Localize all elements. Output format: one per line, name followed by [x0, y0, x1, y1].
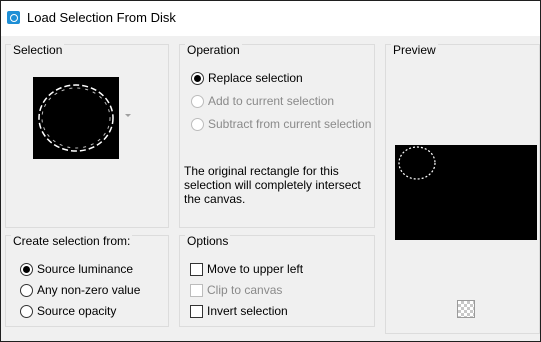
checkbox-invert-selection[interactable]: Invert selection	[190, 304, 350, 320]
app-icon	[7, 11, 20, 24]
radio-button[interactable]	[191, 118, 204, 131]
radio-button[interactable]	[20, 305, 33, 318]
radio-source-luminance[interactable]: Source luminance	[20, 262, 160, 278]
radio-subtract-from-selection[interactable]: Subtract from current selection	[191, 117, 371, 133]
checkbox-label: Invert selection	[207, 304, 288, 318]
checkbox-label: Clip to canvas	[207, 283, 283, 297]
radio-source-opacity[interactable]: Source opacity	[20, 304, 160, 320]
radio-label: Replace selection	[208, 71, 303, 85]
create-from-group-label: Create selection from:	[11, 234, 133, 248]
radio-label: Any non-zero value	[37, 283, 141, 297]
radio-replace-selection[interactable]: Replace selection	[191, 71, 361, 87]
title-bar[interactable]: Load Selection From Disk	[1, 1, 540, 36]
selection-group-label: Selection	[11, 43, 65, 57]
checkbox[interactable]	[190, 305, 203, 318]
checkbox-move-to-upper-left[interactable]: Move to upper left	[190, 262, 350, 278]
load-selection-dialog: Load Selection From Disk Selection Opera…	[0, 0, 541, 342]
preview-canvas	[395, 145, 537, 240]
radio-label: Subtract from current selection	[208, 117, 372, 131]
radio-label: Add to current selection	[208, 94, 335, 108]
radio-label: Source luminance	[37, 262, 134, 276]
checkbox[interactable]	[190, 284, 203, 297]
preview-navigate-icon[interactable]	[457, 300, 475, 318]
selection-thumbnail[interactable]	[33, 77, 119, 159]
radio-button[interactable]	[191, 95, 204, 108]
operation-group-label: Operation	[185, 43, 242, 57]
window-title: Load Selection From Disk	[27, 10, 176, 25]
radio-button[interactable]	[20, 263, 33, 276]
radio-any-non-zero[interactable]: Any non-zero value	[20, 283, 160, 299]
options-group-label: Options	[185, 234, 231, 248]
radio-add-to-selection[interactable]: Add to current selection	[191, 94, 361, 110]
operation-info-text: The original rectangle for this selectio…	[184, 164, 361, 206]
preview-group-label: Preview	[391, 43, 438, 57]
dialog-client: Selection Operation Replace selection Ad…	[1, 36, 540, 341]
selection-group: Selection	[5, 43, 169, 228]
checkbox[interactable]	[190, 263, 203, 276]
selection-dropdown-arrow-icon[interactable]	[125, 114, 131, 117]
radio-button[interactable]	[20, 284, 33, 297]
radio-label: Source opacity	[37, 304, 117, 318]
radio-button[interactable]	[191, 72, 204, 85]
checkbox-label: Move to upper left	[207, 262, 304, 276]
checkbox-clip-to-canvas[interactable]: Clip to canvas	[190, 283, 350, 299]
